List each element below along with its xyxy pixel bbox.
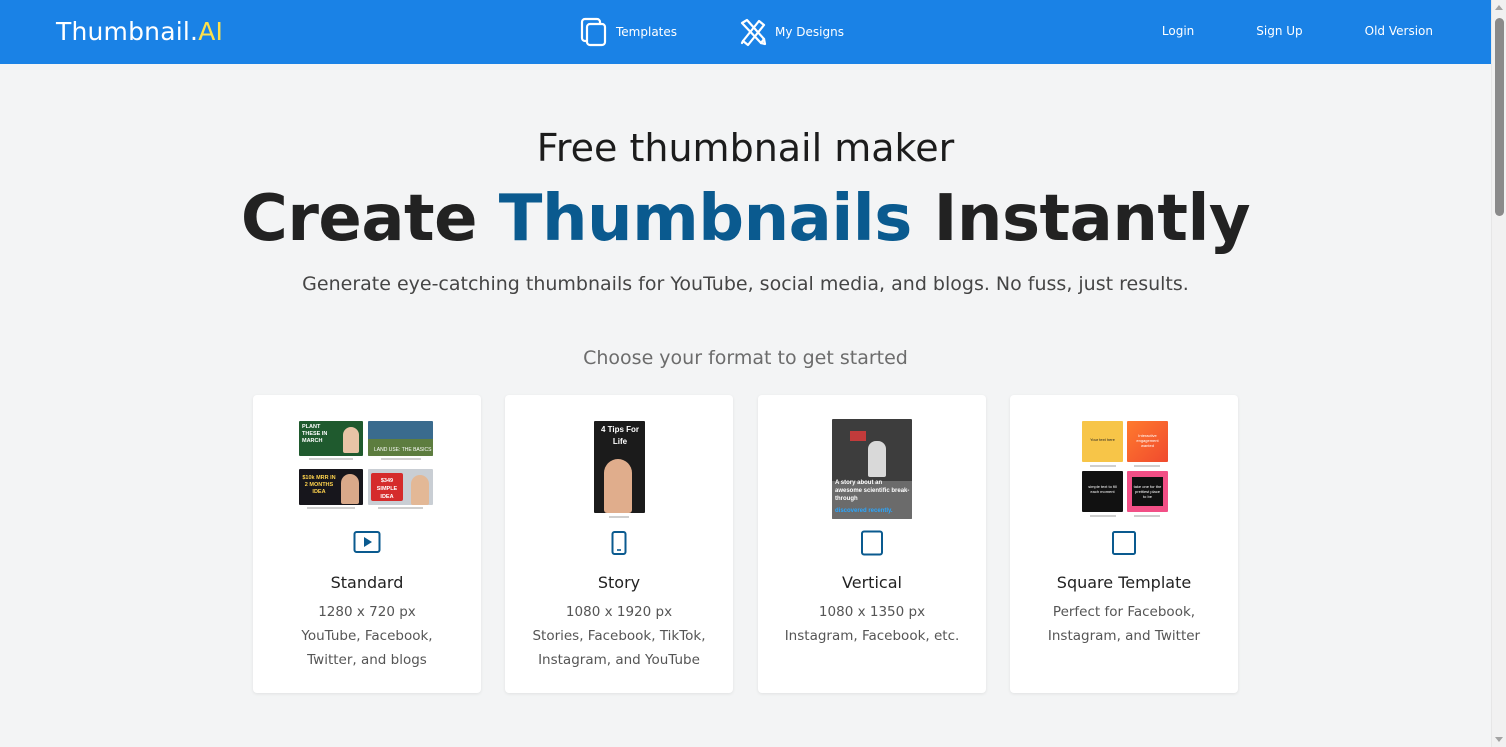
logo-accent-text: AI — [198, 17, 224, 46]
format-card-square[interactable]: Your text here Interactive engagement wa… — [1010, 395, 1238, 693]
preview-thumb: simple text to fill each moment — [1082, 471, 1123, 512]
old-version-link[interactable]: Old Version — [1365, 24, 1433, 38]
page-scrollbar[interactable] — [1491, 0, 1506, 747]
preview-thumb-text: 4 Tips For Life — [600, 425, 640, 446]
format-title: Square Template — [1056, 573, 1192, 592]
format-description: 1080 x 1920 px Stories, Facebook, TikTok… — [515, 600, 723, 672]
vertical-preview-image: A story about an awesome scientific brea… — [758, 419, 986, 519]
square-icon — [1112, 531, 1136, 555]
format-desc-line: Instagram, Facebook, etc. — [784, 628, 960, 644]
hero-title-part1: Create — [240, 182, 499, 256]
nav-my-designs-label: My Designs — [775, 25, 844, 39]
templates-icon — [580, 17, 607, 47]
standard-preview-image: PLANT THESE IN MARCH LAND USE: THE BASIC… — [253, 419, 481, 519]
format-title: Story — [597, 573, 641, 592]
scroll-up-arrow-icon[interactable] — [1495, 5, 1503, 10]
format-size: 1080 x 1920 px — [565, 604, 673, 620]
format-description: 1080 x 1350 px Instagram, Facebook, etc. — [768, 600, 976, 648]
format-description: Perfect for Facebook, Instagram, and Twi… — [1020, 600, 1228, 648]
format-desc-line: Twitter, and blogs — [307, 652, 427, 668]
tablet-icon — [861, 530, 883, 556]
nav-main-links: Templates My Designs — [580, 17, 844, 47]
nav-templates-label: Templates — [616, 25, 678, 39]
auth-links: Login Sign Up Old Version — [1162, 24, 1433, 38]
format-desc-line: YouTube, Facebook, — [301, 628, 433, 644]
preview-thumb: Interactive engagement wanted — [1127, 421, 1168, 462]
story-preview-image: 4 Tips For Life — [505, 419, 733, 519]
preview-thumb-text: Interactive engagement wanted — [1136, 433, 1159, 448]
format-desc-line: Instagram, and YouTube — [538, 652, 700, 668]
nav-templates-link[interactable]: Templates — [580, 17, 677, 47]
format-desc-line: Perfect for Facebook, — [1052, 604, 1196, 620]
nav-my-designs-link[interactable]: My Designs — [739, 17, 844, 47]
login-link[interactable]: Login — [1162, 24, 1194, 38]
format-size: 1080 x 1350 px — [818, 604, 926, 620]
hero-title-part2: Instantly — [911, 182, 1251, 256]
preview-thumb: PLANT THESE IN MARCH — [299, 421, 363, 456]
format-size: 1280 x 720 px — [318, 604, 416, 620]
square-preview-image: Your text here Interactive engagement wa… — [1010, 419, 1238, 519]
format-title: Standard — [330, 573, 404, 592]
phone-icon — [611, 531, 627, 555]
logo-text: Thumbnail. — [56, 17, 199, 46]
hero-description: Generate eye-catching thumbnails for You… — [302, 273, 1189, 295]
format-card-story[interactable]: 4 Tips For Life Story 1080 x 1920 px Sto… — [505, 395, 733, 693]
format-card-standard[interactable]: PLANT THESE IN MARCH LAND USE: THE BASIC… — [253, 395, 481, 693]
hero-subtitle: Free thumbnail maker — [536, 126, 955, 170]
preview-thumb: Your text here — [1082, 421, 1123, 462]
preview-thumb-text: LAND USE: THE BASICS — [374, 447, 432, 453]
preview-thumb-text: $10k MRR IN 2 MONTHS IDEA — [302, 475, 336, 495]
choose-format-label: Choose your format to get started — [583, 347, 908, 369]
format-title: Vertical — [842, 573, 902, 592]
hero-title: Create Thumbnails Instantly — [0, 182, 1491, 256]
design-tools-icon — [740, 18, 767, 47]
preview-thumb: LAND USE: THE BASICS — [368, 421, 433, 456]
preview-thumb-text: A story about an awesome scientific brea… — [835, 480, 910, 502]
format-description: 1280 x 720 px YouTube, Facebook, Twitter… — [263, 600, 471, 672]
preview-thumb-text: discovered recently. — [835, 508, 893, 514]
preview-thumb: $349 SIMPLE IDEA — [368, 469, 433, 505]
scroll-down-arrow-icon[interactable] — [1495, 737, 1503, 742]
preview-thumb-text: simple text to fill each moment — [1088, 484, 1117, 494]
scroll-thumb[interactable] — [1495, 18, 1504, 216]
preview-thumb: 4 Tips For Life — [594, 421, 645, 513]
preview-thumb-text: PLANT THESE IN MARCH — [302, 424, 328, 444]
top-navbar: Thumbnail.AI Templates My Designs Login … — [0, 0, 1491, 64]
preview-thumb: $10k MRR IN 2 MONTHS IDEA — [299, 469, 363, 505]
preview-thumb: A story about an awesome scientific brea… — [832, 419, 912, 519]
format-card-vertical[interactable]: A story about an awesome scientific brea… — [758, 395, 986, 693]
format-desc-line: Instagram, and Twitter — [1047, 628, 1201, 644]
play-icon — [353, 531, 381, 553]
hero-title-accent: Thumbnails — [498, 182, 913, 256]
format-desc-line: Stories, Facebook, TikTok, — [532, 628, 706, 644]
preview-thumb-text: Your text here — [1090, 437, 1115, 442]
logo[interactable]: Thumbnail.AI — [56, 17, 223, 46]
signup-link[interactable]: Sign Up — [1256, 24, 1302, 38]
preview-thumb-text: take one for the prettiest place to be — [1133, 484, 1162, 499]
preview-thumb: take one for the prettiest place to be — [1127, 471, 1168, 512]
preview-thumb-text: $349 SIMPLE IDEA — [376, 478, 398, 500]
